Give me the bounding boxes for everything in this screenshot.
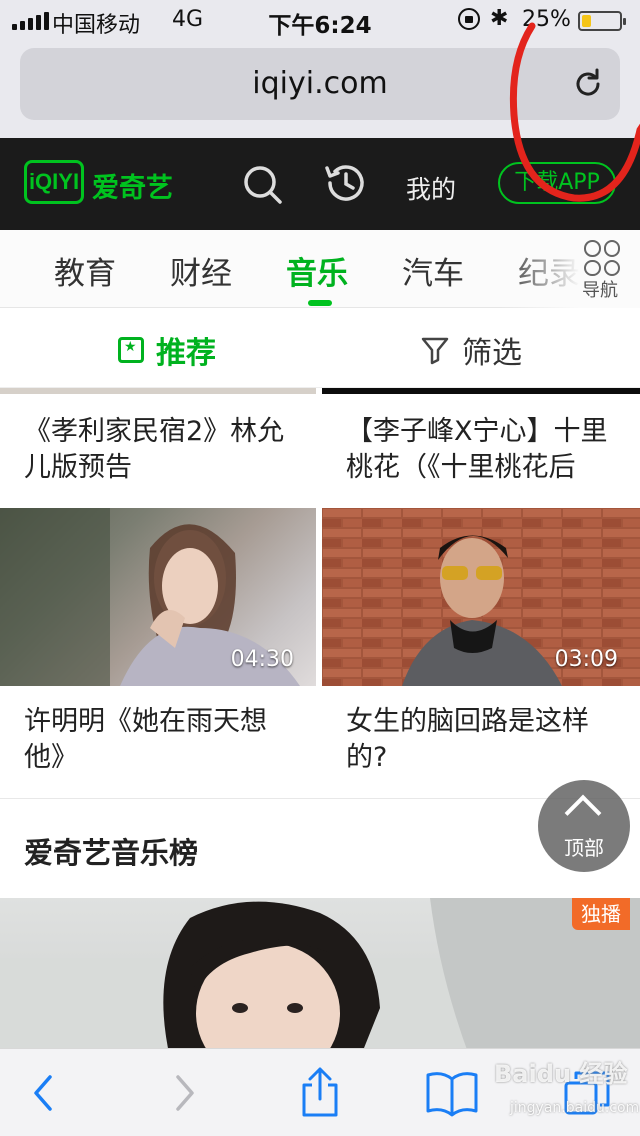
back-to-top-label: 顶部 <box>564 836 604 860</box>
back-icon[interactable] <box>16 1065 72 1121</box>
title-line: 他》 <box>24 742 78 773</box>
tab-education[interactable]: 教育 <box>54 248 116 293</box>
exclusive-badge: 独播 <box>572 898 630 930</box>
video-title[interactable]: 《孝利家民宿2》林允 儿版预告 <box>24 414 314 486</box>
address-bar[interactable]: iqiyi.com <box>20 48 620 120</box>
title-line: 《孝利家民宿2》林允 <box>24 416 285 447</box>
download-app-button[interactable]: 下载APP <box>498 162 616 204</box>
recommend-icon <box>118 337 144 363</box>
filter-label: 筛选 <box>462 336 522 371</box>
back-to-top-button[interactable]: 顶部 <box>538 780 630 872</box>
filter-row: 推荐 筛选 <box>0 308 640 388</box>
search-icon[interactable] <box>240 162 286 208</box>
tab-partial[interactable]: ı <box>0 248 1 284</box>
filter-tab[interactable]: 筛选 <box>420 328 522 372</box>
chevron-up-icon <box>564 794 602 832</box>
tab-finance[interactable]: 财经 <box>170 248 232 293</box>
music-chart-banner[interactable]: 独播 <box>0 898 640 1058</box>
iqiyi-logo[interactable]: iQIYI <box>24 160 84 204</box>
status-bar: 中国移动 4G 下午6:24 ✱ 25% <box>0 0 640 40</box>
grid-icon <box>584 240 620 276</box>
funnel-icon <box>421 337 449 365</box>
bookmarks-icon[interactable] <box>424 1065 480 1121</box>
recommend-label: 推荐 <box>156 336 216 371</box>
category-nav-button[interactable]: 导航 <box>580 230 640 308</box>
tab-music[interactable]: 音乐 <box>286 248 348 293</box>
tab-fade <box>500 230 580 308</box>
my-account-link[interactable]: 我的 <box>406 170 456 206</box>
site-header: iQIYI 爱奇艺 我的 下载APP <box>0 138 640 230</box>
baidu-watermark: Baidu 经验 <box>494 1060 628 1088</box>
title-line: 女生的脑回路是这样 <box>346 706 589 737</box>
orientation-lock-icon <box>458 8 480 30</box>
recommend-tab[interactable]: 推荐 <box>118 328 216 372</box>
history-icon[interactable] <box>322 160 368 206</box>
browser-address-area: iqiyi.com <box>0 40 640 138</box>
title-line: 儿版预告 <box>24 452 132 483</box>
logo-text[interactable]: 爱奇艺 <box>92 166 173 205</box>
baidu-watermark-url: jingyan.baidu.com <box>510 1100 640 1116</box>
video-duration: 04:30 <box>230 647 294 672</box>
video-title[interactable]: 女生的脑回路是这样 的? <box>346 704 636 776</box>
title-line: 的? <box>346 742 388 773</box>
title-line: 【李子峰X宁心】十里 <box>346 416 608 447</box>
reload-icon[interactable] <box>570 66 606 102</box>
music-chart-title[interactable]: 爱奇艺音乐榜 <box>24 830 198 872</box>
nav-label: 导航 <box>582 280 618 301</box>
video-title[interactable]: 【李子峰X宁心】十里 桃花（《十里桃花后 <box>346 414 636 486</box>
active-tab-indicator <box>308 300 332 306</box>
category-tabs: ı 教育 财经 音乐 汽车 纪录 导航 <box>0 230 640 308</box>
thumbnail-edge <box>0 388 316 394</box>
share-icon[interactable] <box>292 1065 348 1121</box>
video-duration: 03:09 <box>554 647 618 672</box>
bluetooth-icon: ✱ <box>490 6 509 31</box>
video-title[interactable]: 许明明《她在雨天想 他》 <box>24 704 314 776</box>
battery-icon <box>578 11 626 31</box>
tab-auto[interactable]: 汽车 <box>402 248 464 293</box>
forward-icon[interactable] <box>156 1065 212 1121</box>
battery-percent: 25% <box>522 7 571 32</box>
title-line: 桃花（《十里桃花后 <box>346 452 576 483</box>
title-line: 许明明《她在雨天想 <box>24 706 267 737</box>
thumbnail-edge <box>322 388 640 394</box>
video-thumbnail[interactable]: 04:30 <box>0 508 316 686</box>
video-thumbnail[interactable]: 03:09 <box>322 508 640 686</box>
section-divider <box>0 798 640 799</box>
url-text[interactable]: iqiyi.com <box>20 66 620 101</box>
battery-fill <box>582 15 591 27</box>
singer-banner-image <box>0 898 640 1058</box>
